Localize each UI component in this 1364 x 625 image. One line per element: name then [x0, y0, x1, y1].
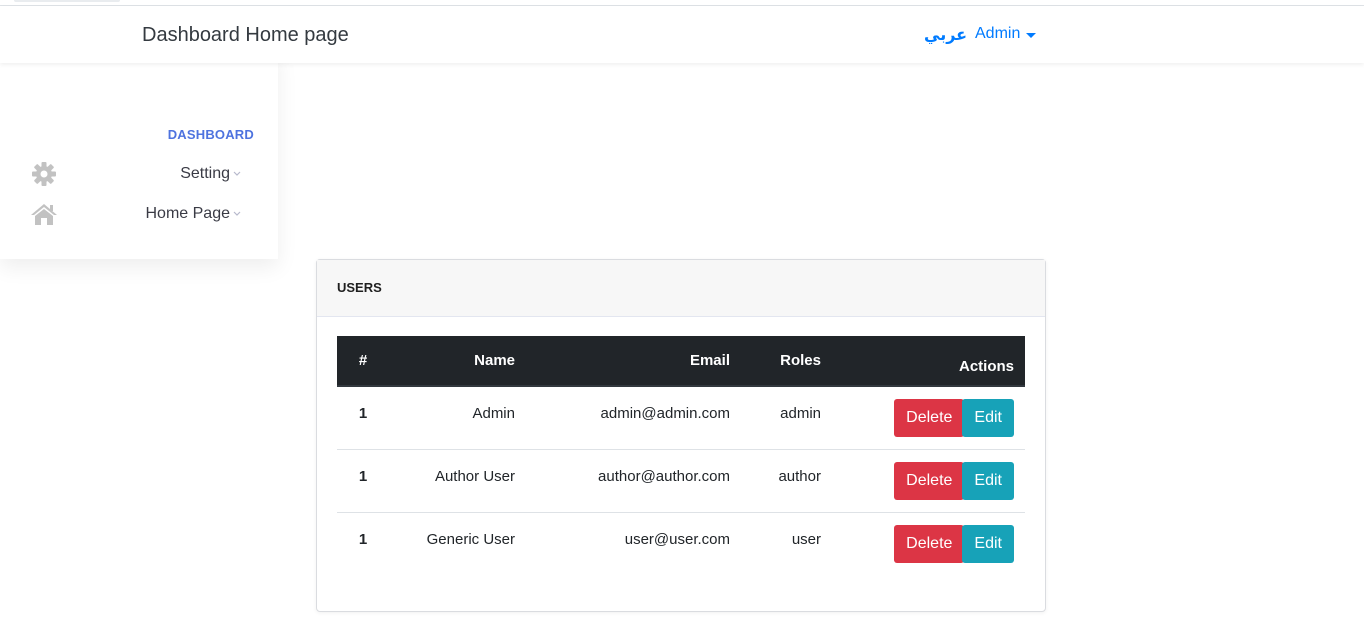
sidebar-item-setting[interactable]: Setting	[0, 158, 278, 190]
edit-button[interactable]: Edit	[962, 399, 1014, 437]
home-icon	[30, 202, 58, 226]
gear-icon	[30, 162, 58, 186]
cell-id: 1	[337, 511, 389, 575]
caret-down-icon	[1026, 32, 1037, 38]
cell-email: author@author.com	[526, 448, 741, 512]
chevron-down-icon	[232, 166, 242, 176]
chevron-down-icon	[232, 206, 242, 216]
sidebar-item-label: Home Page	[145, 205, 231, 222]
users-table: # Name Email Roles Actions 1 Admin admin…	[337, 336, 1025, 575]
cell-role: admin	[780, 405, 821, 422]
page-title: Dashboard Home page	[142, 24, 349, 46]
table-row: 1 Admin admin@admin.com admin Delete Edit	[337, 386, 1025, 449]
sidebar-heading: DASHBOARD	[167, 127, 254, 142]
cell-email: user@user.com	[526, 511, 741, 575]
delete-button[interactable]: Delete	[894, 461, 965, 500]
sidebar-item-label: Setting	[180, 165, 230, 182]
cell-actions: Delete Edit	[832, 448, 1025, 512]
table-row: 1 Generic User user@user.com user Delete…	[337, 511, 1025, 575]
cell-actions: Delete Edit	[832, 511, 1025, 575]
cell-actions: Delete Edit	[832, 386, 1025, 449]
user-dropdown-label: Admin	[975, 25, 1021, 42]
cell-id: 1	[337, 448, 389, 512]
column-header-email: Email	[526, 336, 741, 387]
top-navbar: Dashboard Home page عربي Admin	[0, 6, 1364, 63]
language-switch-link[interactable]: عربي	[924, 25, 967, 45]
delete-button[interactable]: Delete	[894, 399, 965, 437]
cell-role: author	[741, 448, 832, 512]
table-header-row: # Name Email Roles Actions	[337, 336, 1025, 387]
cell-name: Admin	[472, 405, 515, 422]
column-header-name: Name	[389, 336, 526, 387]
sidebar: DASHBOARD Setting Home Page	[0, 50, 278, 259]
column-header-roles: Roles	[741, 336, 832, 387]
column-header-actions: Actions	[832, 336, 1025, 387]
cell-name: Author User	[389, 448, 526, 512]
cell-email: admin@admin.com	[600, 405, 730, 422]
cell-role: user	[741, 511, 832, 575]
user-dropdown[interactable]: Admin	[975, 25, 1037, 43]
users-card: USERS # Name Email Roles Actions 1 Admin…	[316, 259, 1046, 612]
edit-button[interactable]: Edit	[962, 461, 1014, 500]
table-row: 1 Author User author@author.com author D…	[337, 448, 1025, 512]
delete-button[interactable]: Delete	[894, 524, 965, 563]
tab-stub	[14, 0, 120, 2]
cell-id: 1	[358, 405, 368, 422]
cell-name: Generic User	[389, 511, 526, 575]
edit-button[interactable]: Edit	[962, 524, 1014, 563]
sidebar-item-home-page[interactable]: Home Page	[0, 198, 278, 230]
card-header: USERS	[317, 260, 1045, 317]
column-header-number: #	[337, 336, 389, 387]
